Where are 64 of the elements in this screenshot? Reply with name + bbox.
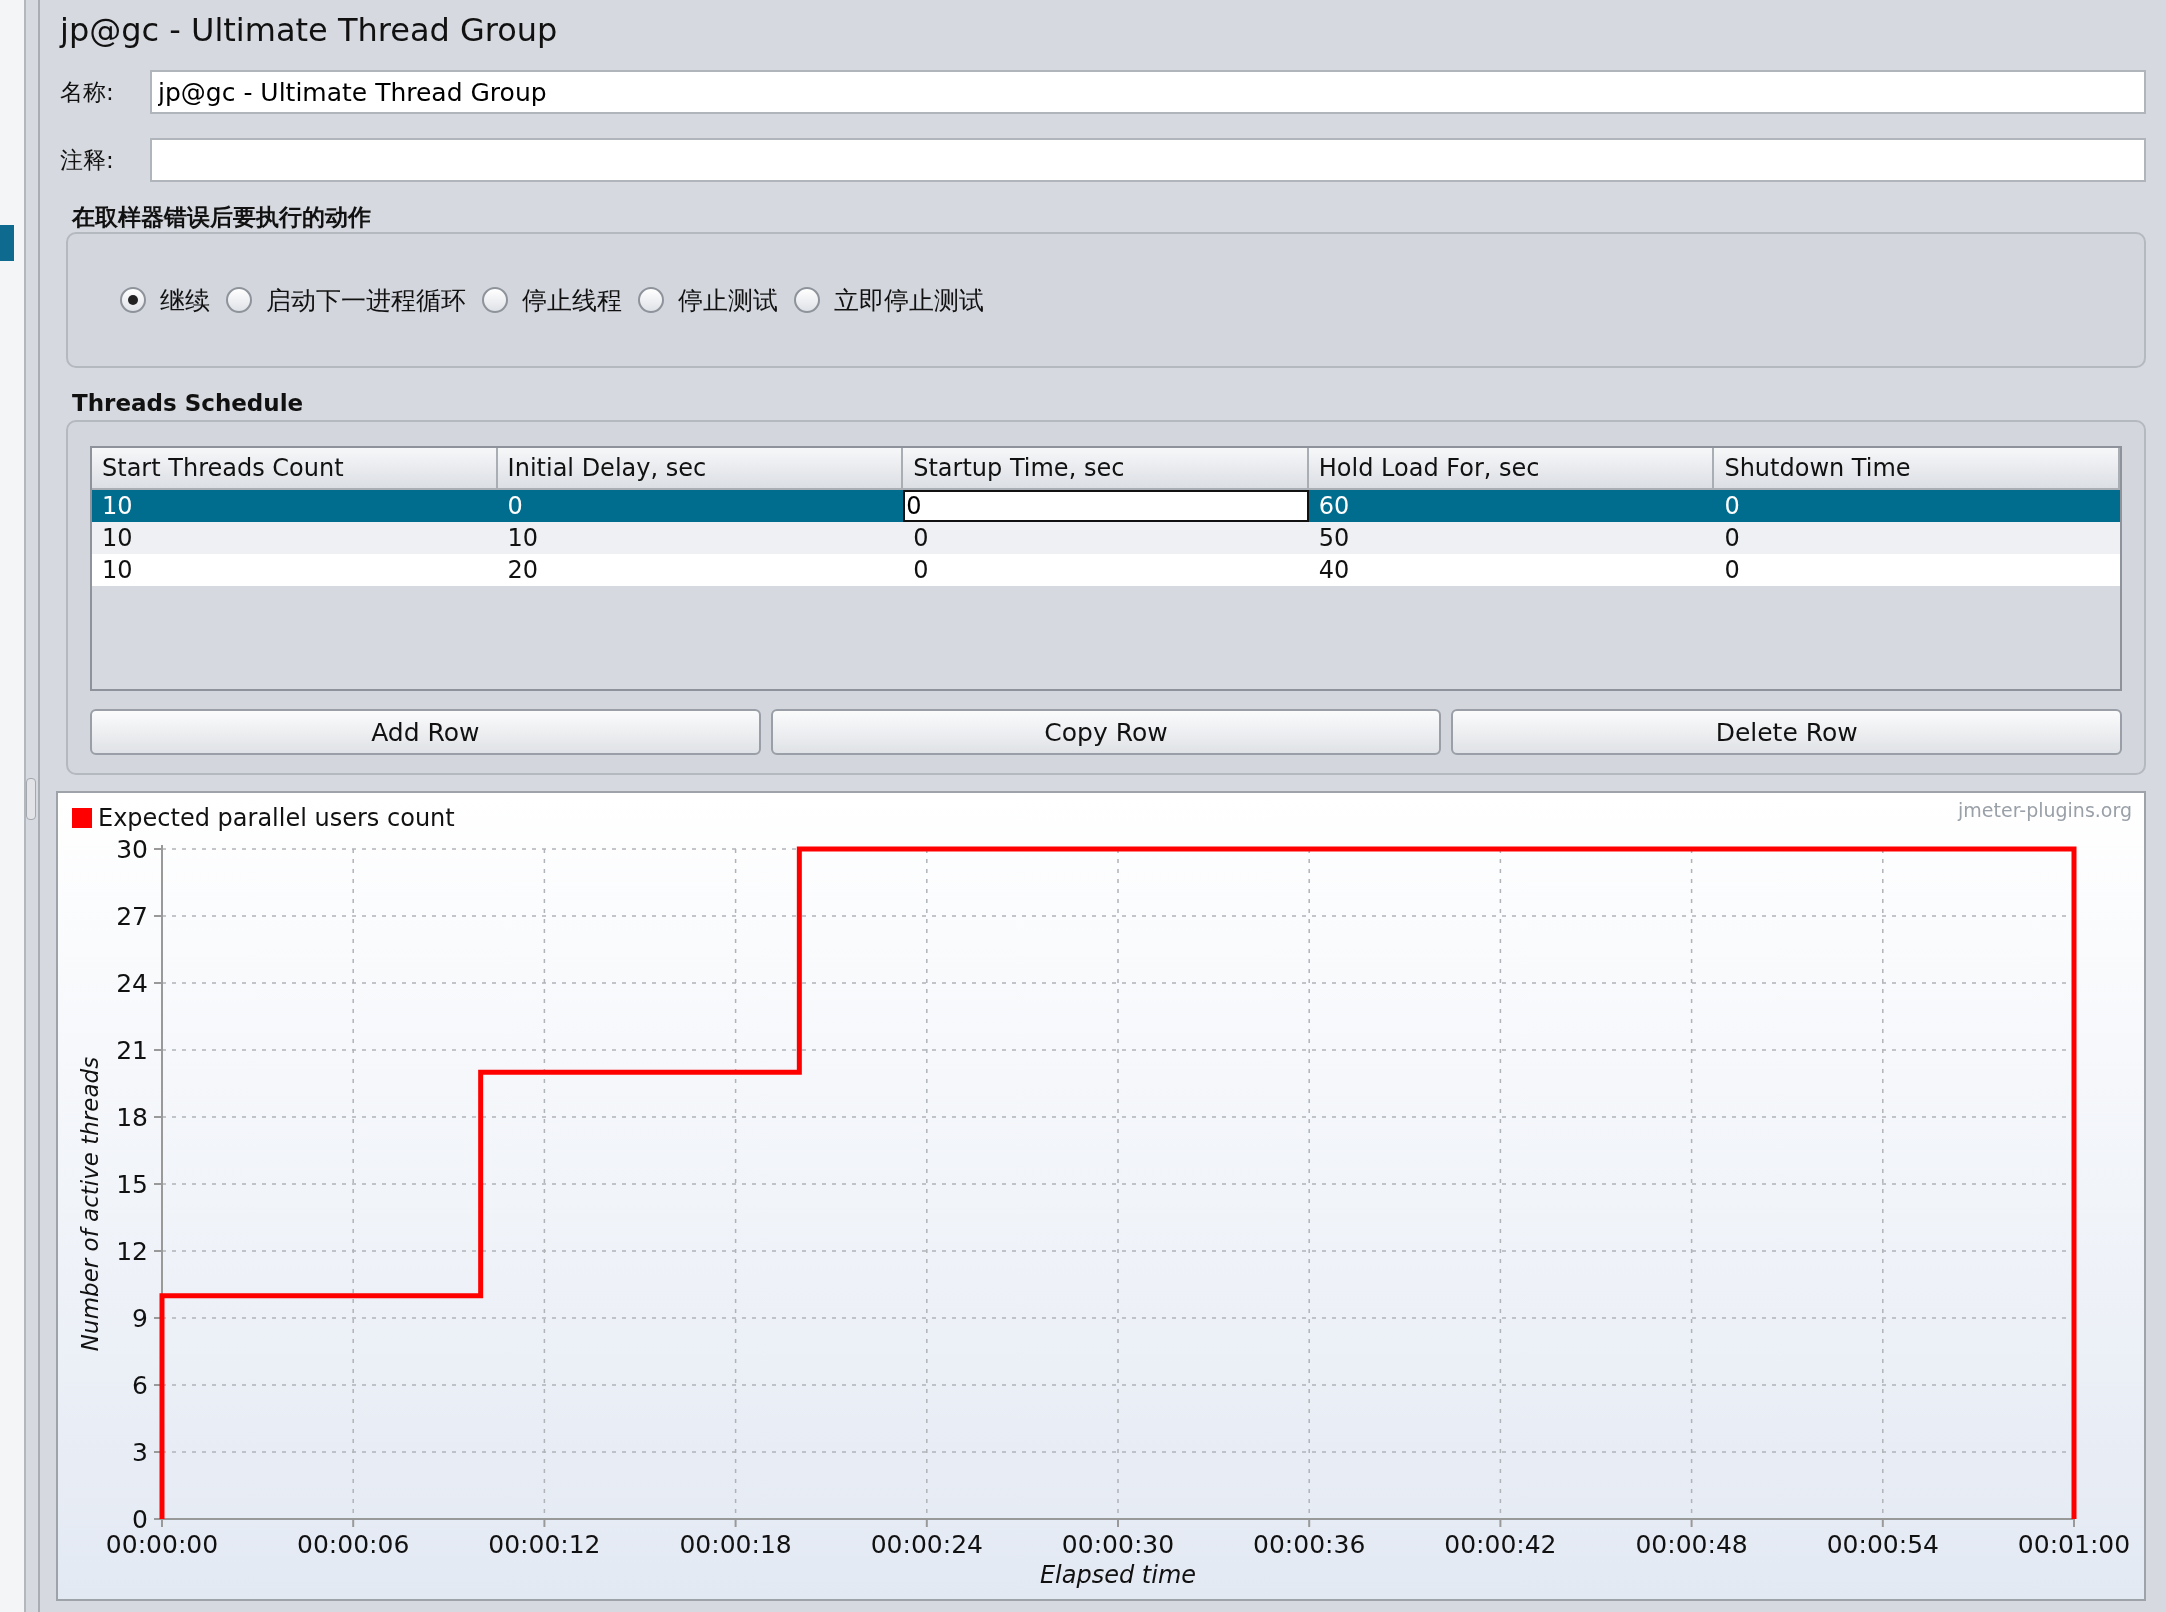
table-cell-text: 10 [101,523,134,554]
table-cell-text: 0 [1723,523,1741,554]
y-tick-label: 12 [116,1237,148,1266]
x-axis-title: Elapsed time [1039,1561,1197,1589]
table-button[interactable]: Add Row [90,709,761,755]
x-tick-label: 00:00:54 [1826,1530,1939,1559]
name-label: 名称: [60,77,115,107]
cell-editor[interactable]: 0 [903,490,1309,522]
x-tick-label: 00:00:12 [488,1530,601,1559]
y-axis-title: Number of active threads [77,1056,103,1352]
y-tick-label: 21 [116,1036,148,1065]
radio-option[interactable]: 停止测试 [638,283,778,317]
radio-option[interactable]: 停止线程 [482,283,622,317]
x-tick-label: 00:00:42 [1444,1530,1557,1559]
x-tick-label: 00:00:36 [1253,1530,1366,1559]
x-tick-label: 00:00:30 [1061,1530,1175,1559]
section-title: Threads Schedule [72,390,305,418]
comment-label: 注释: [60,145,115,175]
table-button[interactable]: Delete Row [1451,709,2122,755]
x-tick-label: 00:00:24 [870,1530,983,1559]
y-tick-label: 24 [116,969,148,998]
table-cell-text: 20 [506,555,540,586]
y-tick-label: 30 [116,835,148,864]
table-cell-text: 0 [506,491,524,522]
y-tick-label: 18 [116,1103,148,1132]
table-cell-text: 50 [1317,523,1351,554]
split-pane-handle[interactable] [26,778,36,820]
column-header[interactable]: Start Threads Count [92,448,498,490]
column-header[interactable]: Shutdown Time [1714,448,2120,490]
table-row[interactable]: 10 20 0 40 0 [92,554,2120,586]
y-tick-label: 3 [132,1438,148,1467]
radio-option[interactable]: 立即停止测试 [794,283,984,317]
y-tick-label: 6 [132,1371,148,1400]
panel-title: jp@gc - Ultimate Thread Group [60,10,559,51]
table-cell-text: 0 [912,523,930,554]
column-header[interactable]: Hold Load For, sec [1308,448,1715,490]
x-tick-label: 00:00:06 [297,1530,410,1559]
x-tick-label: 00:01:00 [2017,1530,2131,1559]
x-tick-label: 00:00:48 [1635,1530,1748,1559]
tree-selection-marker [0,225,14,261]
y-tick-label: 9 [132,1304,148,1333]
table-cell-text: 60 [1317,491,1351,522]
table-cell-text: 40 [1317,555,1351,586]
legend-label: Expected parallel users count [98,804,455,832]
radio-option[interactable]: 继续 [120,283,210,317]
radio-option[interactable]: 启动下一进程循环 [226,283,466,317]
table-cell-text: 10 [506,523,540,554]
credit-text: jmeter-plugins.org [1958,799,2132,821]
x-tick-label: 00:00:18 [679,1530,792,1559]
table-cell-text: 0 [1723,491,1741,522]
table-row[interactable]: 10 10 0 50 0 [92,522,2120,554]
table-cell-text: 0 [1723,555,1741,586]
column-header[interactable]: Startup Time, sec [903,448,1309,490]
table-row[interactable]: 10 0 0 60 0 [92,490,2120,522]
y-tick-label: 15 [116,1170,148,1199]
section-title: 在取样器错误后要执行的动作 [72,203,372,232]
table-cell-text: 10 [101,491,134,522]
comment-field[interactable] [150,138,2146,182]
column-header[interactable]: Initial Delay, sec [497,448,904,490]
table-cell-text: 10 [101,555,134,586]
table-cell-text: 0 [912,555,930,586]
y-tick-label: 27 [116,902,148,931]
table-button[interactable]: Copy Row [770,709,1442,755]
name-field[interactable]: jp@gc - Ultimate Thread Group [150,70,2146,114]
